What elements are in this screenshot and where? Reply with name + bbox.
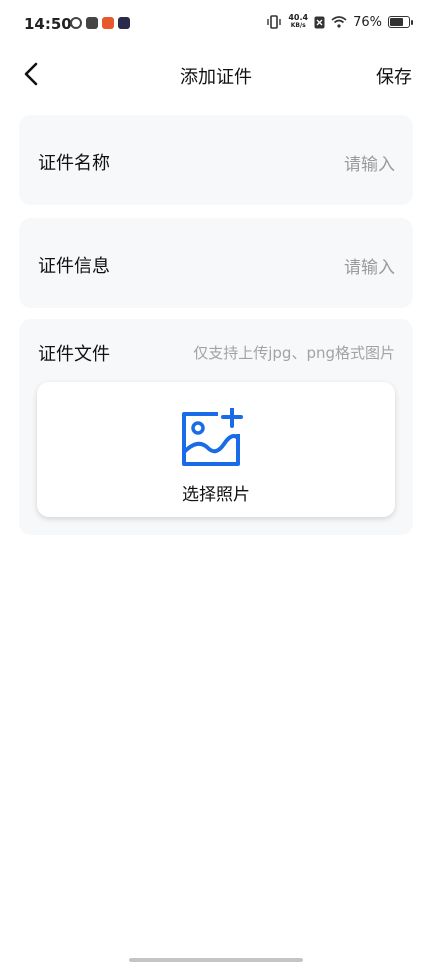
select-photo-label: 选择照片	[182, 485, 250, 505]
link-app-icon	[70, 17, 82, 29]
mail-app-icon	[86, 17, 98, 29]
net-speed-value: 40.4	[288, 13, 309, 22]
back-button[interactable]	[20, 58, 50, 90]
sim-off-icon	[314, 16, 325, 28]
page-title: 添加证件	[180, 67, 252, 88]
shopping-app-icon	[102, 17, 114, 29]
battery-fill	[390, 18, 403, 26]
cert-info-row[interactable]: 证件信息 请输入	[19, 218, 413, 308]
cert-file-label: 证件文件	[38, 344, 110, 365]
battery-percent: 76%	[353, 14, 382, 30]
battery-tip	[411, 20, 413, 25]
nav-bar: 添加证件 保存	[0, 52, 432, 96]
notification-icons	[70, 17, 130, 29]
cert-info-label: 证件信息	[38, 256, 110, 277]
cert-info-input[interactable]: 请输入	[344, 253, 395, 278]
status-right: 40.4 KB/s 76%	[266, 14, 413, 30]
select-photo-button[interactable]: 选择照片	[37, 382, 395, 517]
status-time: 14:50	[24, 15, 72, 33]
net-speed: 40.4 KB/s	[288, 14, 308, 30]
cert-name-input[interactable]: 请输入	[344, 150, 395, 175]
play-app-icon	[118, 17, 130, 29]
net-speed-unit: KB/s	[290, 22, 306, 29]
save-button[interactable]: 保存	[376, 63, 412, 89]
cert-name-row[interactable]: 证件名称 请输入	[19, 115, 413, 205]
back-arrow-icon	[24, 62, 38, 86]
wifi-icon	[331, 16, 347, 28]
home-indicator[interactable]	[129, 958, 303, 962]
status-bar: 14:50 40.4 KB/s 76%	[0, 0, 432, 52]
cert-name-label: 证件名称	[38, 153, 110, 174]
vibrate-icon	[267, 15, 282, 29]
cert-file-hint: 仅支持上传jpg、png格式图片	[193, 344, 395, 362]
cert-file-section: 证件文件 仅支持上传jpg、png格式图片 选择照片	[19, 319, 413, 535]
battery-icon	[388, 16, 413, 28]
add-image-icon	[182, 408, 243, 466]
